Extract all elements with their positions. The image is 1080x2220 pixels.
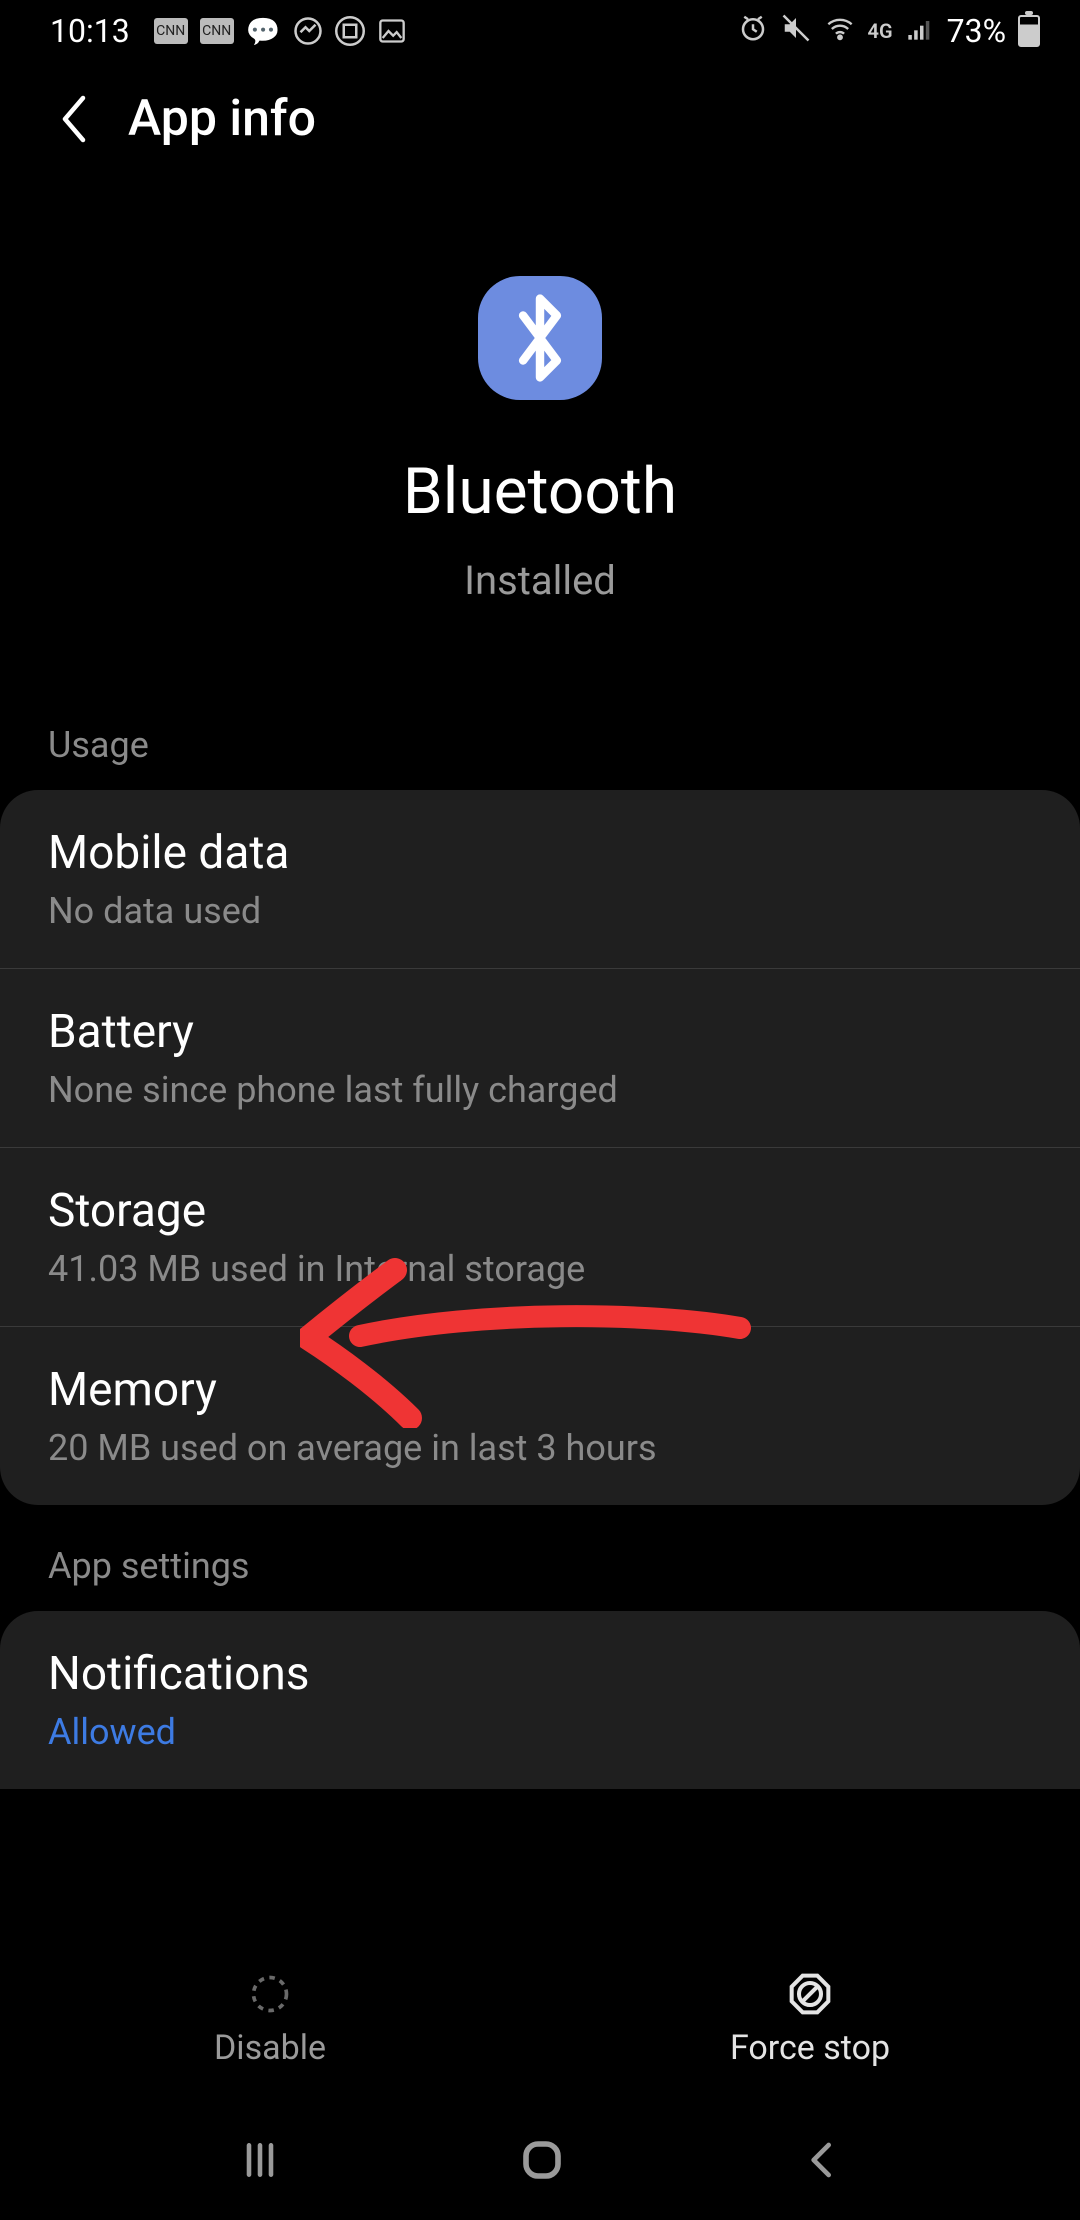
battery-icon: [1018, 15, 1040, 47]
item-title: Storage: [48, 1184, 1032, 1238]
back-icon[interactable]: [56, 95, 92, 143]
disable-label: Disable: [214, 2028, 326, 2068]
app-settings-card: Notifications Allowed: [0, 1611, 1080, 1789]
item-title: Battery: [48, 1005, 1032, 1059]
usage-card: Mobile data No data used Battery None si…: [0, 790, 1080, 1505]
chat-icon: 💬: [246, 18, 281, 44]
messenger-icon: [293, 18, 323, 44]
status-left: 10:13 CNN CNN 💬: [50, 12, 407, 50]
battery-percent: 73%: [947, 12, 1006, 50]
cnn-icon: CNN: [154, 18, 188, 44]
list-item-storage[interactable]: Storage 41.03 MB used in Internal storag…: [0, 1148, 1080, 1327]
status-time: 10:13: [50, 12, 130, 50]
scroll-area[interactable]: Bluetooth Installed Usage Mobile data No…: [0, 276, 1080, 1789]
app-icon: [335, 18, 365, 44]
item-title: Memory: [48, 1363, 1032, 1417]
app-name: Bluetooth: [403, 454, 677, 529]
item-sub: 41.03 MB used in Internal storage: [48, 1248, 1032, 1290]
disable-icon: [248, 1972, 292, 2016]
recents-button[interactable]: [238, 2138, 282, 2182]
disable-button[interactable]: Disable: [0, 1940, 540, 2100]
status-right: 4G 73%: [738, 12, 1040, 50]
list-item-notifications[interactable]: Notifications Allowed: [0, 1611, 1080, 1789]
item-title: Mobile data: [48, 826, 1032, 880]
system-nav-bar: [0, 2100, 1080, 2220]
back-button[interactable]: [802, 2138, 842, 2182]
list-item-battery[interactable]: Battery None since phone last fully char…: [0, 969, 1080, 1148]
alarm-icon: [738, 13, 768, 50]
mute-vibrate-icon: [780, 13, 812, 50]
bluetooth-icon: [478, 276, 602, 400]
item-sub: None since phone last fully charged: [48, 1069, 1032, 1111]
home-button[interactable]: [518, 2136, 566, 2184]
header: App info: [0, 62, 1080, 166]
page-title: App info: [128, 90, 316, 148]
item-sub: No data used: [48, 890, 1032, 932]
item-sub: 20 MB used on average in last 3 hours: [48, 1427, 1032, 1469]
app-summary: Bluetooth Installed: [0, 276, 1080, 604]
list-item-memory[interactable]: Memory 20 MB used on average in last 3 h…: [0, 1327, 1080, 1505]
section-title-usage: Usage: [0, 724, 1080, 790]
bottom-action-bar: Disable Force stop: [0, 1940, 1080, 2100]
app-status: Installed: [464, 557, 616, 604]
signal-icon: [905, 14, 935, 49]
force-stop-label: Force stop: [730, 2028, 890, 2068]
4g-icon: 4G: [868, 19, 893, 43]
status-bar: 10:13 CNN CNN 💬 4G 73%: [0, 0, 1080, 62]
cnn-icon: CNN: [200, 18, 234, 44]
image-icon: [377, 18, 407, 44]
force-stop-button[interactable]: Force stop: [540, 1940, 1080, 2100]
force-stop-icon: [788, 1972, 832, 2016]
item-title: Notifications: [48, 1647, 1032, 1701]
item-sub: Allowed: [48, 1711, 1032, 1753]
list-item-mobile-data[interactable]: Mobile data No data used: [0, 790, 1080, 969]
section-title-app-settings: App settings: [0, 1545, 1080, 1611]
wifi-icon: [824, 14, 856, 49]
